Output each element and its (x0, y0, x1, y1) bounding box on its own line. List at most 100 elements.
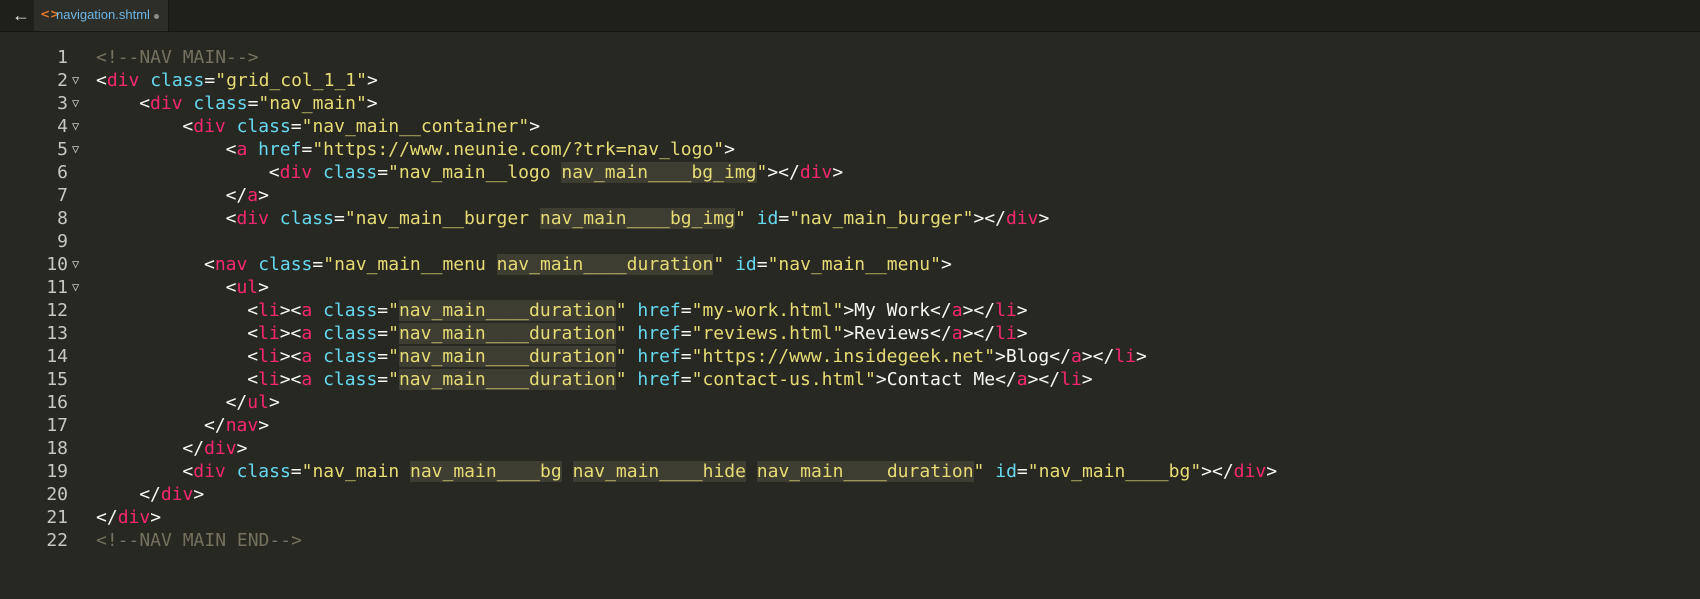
gutter-row: 9 (0, 229, 86, 254)
code-line[interactable]: </div> (96, 505, 161, 530)
code-line[interactable]: <li><a class="nav_main____duration" href… (247, 298, 1028, 323)
fold-arrow-icon[interactable]: ▽ (72, 252, 79, 277)
code-token: = (1016, 461, 1028, 482)
unsaved-dot-icon[interactable] (154, 14, 159, 19)
line-number: 1 (57, 47, 68, 68)
line-number: 5 (57, 139, 68, 160)
tab-navigation-shtml[interactable]: <> navigation.shtml (34, 0, 169, 31)
code-token: < (247, 323, 259, 344)
code-token: nav (214, 254, 248, 275)
code-token: a (236, 139, 248, 160)
code-line[interactable]: <a href="https://www.neunie.com/?trk=nav… (226, 137, 735, 162)
code-line[interactable]: <div class="nav_main__logo nav_main____b… (269, 160, 843, 185)
code-token: "https://www.insidegeek.net" (691, 346, 996, 367)
code-line[interactable]: <li><a class="nav_main____duration" href… (247, 321, 1028, 346)
gutter-row: 7 (0, 183, 86, 208)
code-line[interactable]: <!--NAV MAIN END--> (96, 528, 302, 553)
code-token: > (366, 70, 378, 91)
code-token: class (279, 208, 334, 229)
code-token: < (225, 208, 237, 229)
gutter-row: 3 ▽ (0, 91, 86, 116)
code-line[interactable]: </ul> (226, 390, 280, 415)
line-number: 12 (46, 300, 68, 321)
code-token: ></ (1027, 369, 1061, 390)
code-line[interactable]: <li><a class="nav_main____duration" href… (247, 344, 1147, 369)
code-token: class (323, 346, 378, 367)
code-line[interactable]: </a> (226, 183, 269, 208)
code-line[interactable]: <ul> (226, 275, 269, 300)
code-token: "reviews.html" (691, 323, 844, 344)
code-token: " (615, 369, 627, 390)
gutter-row: 13 (0, 321, 86, 346)
code-line[interactable]: <div class="grid_col_1_1"> (96, 68, 378, 93)
code-token: li (258, 323, 280, 344)
fold-arrow-icon[interactable]: ▽ (72, 91, 79, 116)
code-token: href (637, 323, 681, 344)
code-token: </ (930, 300, 952, 321)
code-token: li (258, 300, 280, 321)
code-token: = (247, 93, 259, 114)
code-token: > (995, 346, 1006, 367)
fold-arrow-icon[interactable]: ▽ (72, 137, 79, 162)
gutter-row: 4 ▽ (0, 114, 86, 139)
code-area[interactable]: <!--NAV MAIN--> <div class="grid_col_1_1"… (96, 31, 1696, 599)
fold-arrow-icon[interactable]: ▽ (72, 275, 79, 300)
code-token: "nav_main__logo (388, 162, 562, 183)
code-token: >< (279, 369, 302, 390)
code-line[interactable]: <!--NAV MAIN--> (96, 45, 259, 70)
line-number: 2 (57, 70, 68, 91)
code-token: </ (96, 507, 118, 528)
code-token: nav_main____duration (398, 300, 616, 321)
code-line[interactable]: <div class="nav_main__burger nav_main___… (225, 206, 1049, 231)
code-token: a (247, 185, 259, 206)
code-line[interactable]: <div class="nav_main nav_main____bg nav_… (182, 459, 1277, 484)
code-token: class (323, 369, 378, 390)
code-line[interactable]: </div> (182, 436, 247, 461)
code-token: nav_main____duration (756, 461, 974, 482)
code-token: a (951, 300, 963, 321)
code-token: "nav_main__menu" (767, 254, 941, 275)
code-token: div (193, 461, 226, 482)
code-token: div (193, 116, 226, 137)
code-line[interactable]: </nav> (204, 413, 269, 438)
code-line[interactable]: <div class="nav_main"> (139, 91, 377, 116)
code-token: div (106, 70, 140, 91)
code-line[interactable]: <nav class="nav_main__menu nav_main____d… (204, 252, 952, 277)
code-token: div (279, 162, 313, 183)
code-token: nav_main____duration (398, 346, 616, 367)
code-token: = (333, 208, 345, 229)
code-line[interactable]: <div class="nav_main__container"> (182, 114, 540, 139)
code-token: = (778, 208, 790, 229)
code-token: div (236, 208, 269, 229)
code-line[interactable]: <li><a class="nav_main____duration" href… (247, 367, 1093, 392)
arrow-left-icon[interactable]: ← (12, 6, 30, 24)
code-token: > (843, 300, 855, 321)
code-token: >< (279, 323, 302, 344)
fold-arrow-icon[interactable]: ▽ (72, 114, 79, 139)
code-token: Contact Me (886, 369, 996, 390)
code-token: ></ (962, 300, 996, 321)
code-token: > (258, 415, 270, 436)
code-editor[interactable]: 1 2 ▽ 3 ▽ 4 ▽ 5 ▽ 6 7 8 9 10 ▽ 11 ▽ 12 13 14 15 16 17 18 19 20 21 2… (0, 31, 1700, 599)
code-token: </ (139, 484, 161, 505)
code-token: class (193, 93, 248, 114)
code-token: ul (247, 392, 269, 413)
code-token: = (680, 300, 692, 321)
code-line[interactable]: </div> (139, 482, 204, 507)
code-token: < (204, 254, 215, 275)
gutter-row: 6 (0, 160, 86, 185)
code-token: = (204, 70, 216, 91)
code-token: div (1005, 208, 1039, 229)
code-token: = (680, 323, 692, 344)
code-token: id (995, 461, 1017, 482)
code-token: = (377, 162, 389, 183)
fold-arrow-icon[interactable]: ▽ (72, 68, 79, 93)
code-token: > (366, 93, 378, 114)
line-number: 22 (46, 530, 68, 551)
